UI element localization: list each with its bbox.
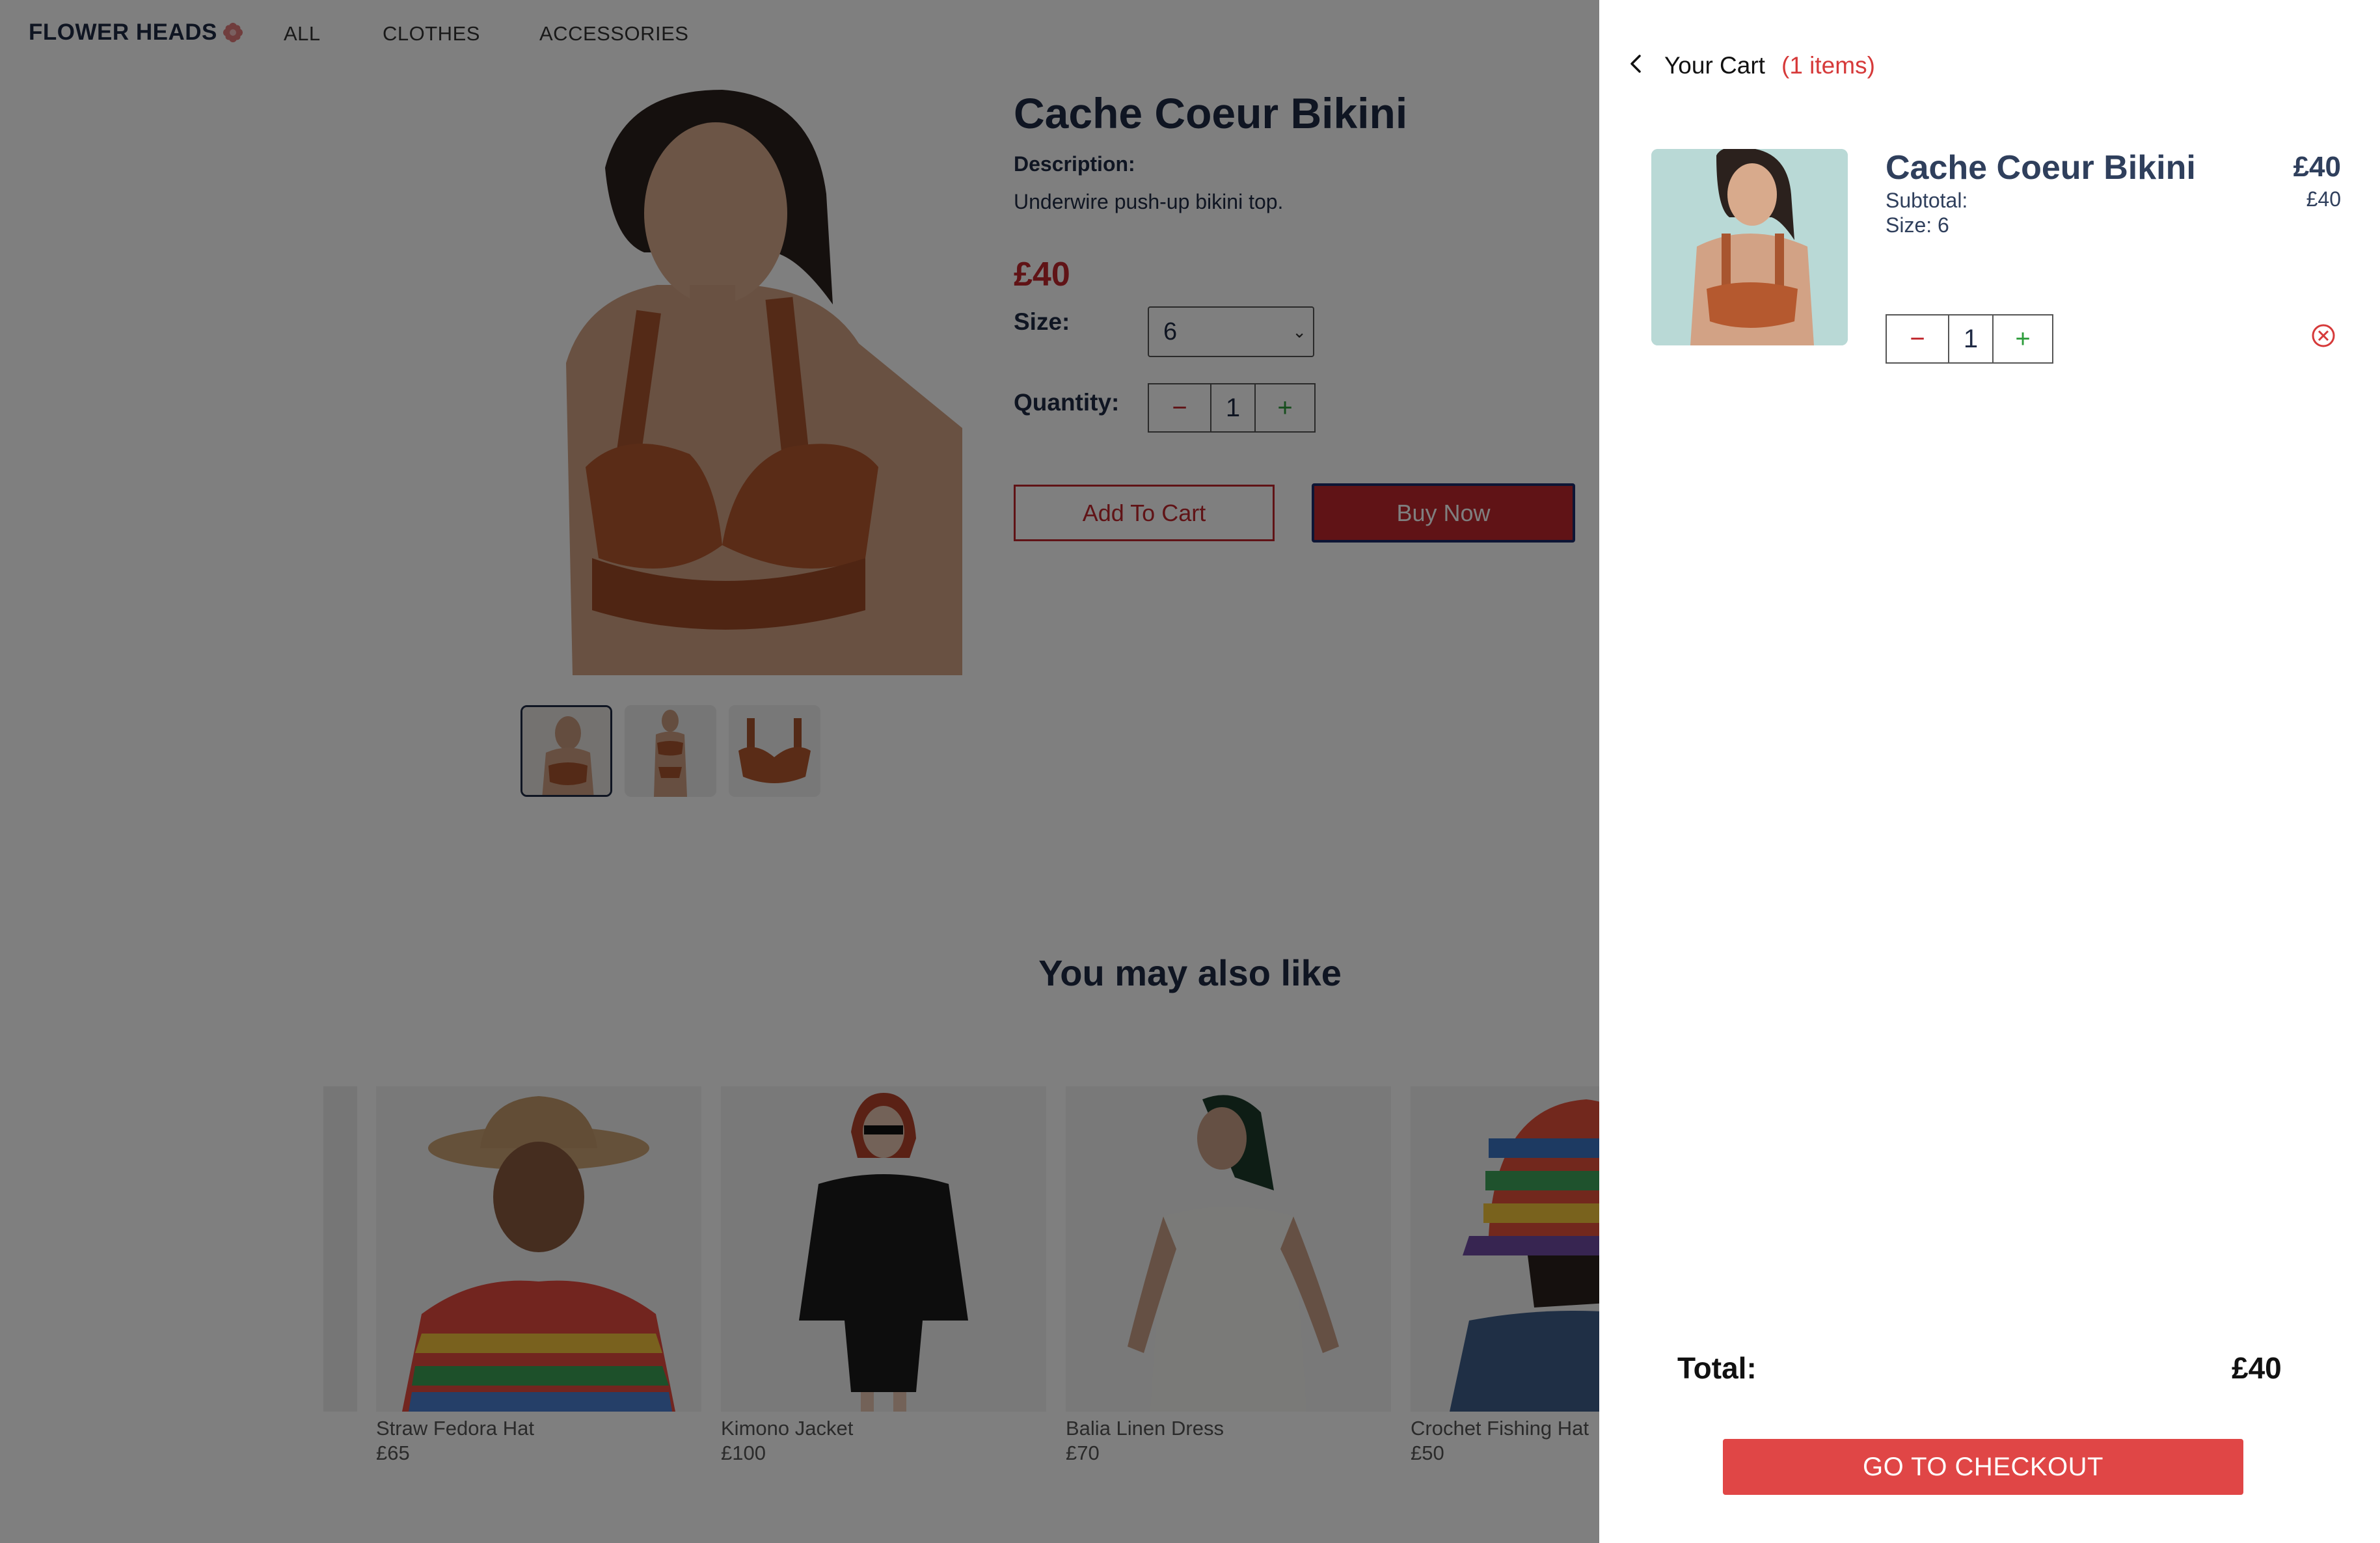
cart-item-subtotal-label: Subtotal:	[1886, 189, 1968, 212]
cart-quantity-value: 1	[1948, 315, 1994, 362]
page-overlay[interactable]	[0, 0, 1599, 1543]
back-arrow-icon[interactable]	[1625, 51, 1646, 77]
cart-item-subtotal-value: £40	[2306, 187, 2341, 211]
cart-item-price: £40	[2293, 151, 2341, 183]
cart-title: Your Cart	[1664, 52, 1765, 79]
cart-quantity-stepper: − 1 +	[1886, 314, 2053, 364]
checkout-button[interactable]: GO TO CHECKOUT	[1723, 1439, 2243, 1495]
cart-item-name: Cache Coeur Bikini	[1886, 149, 2196, 187]
minus-icon[interactable]: −	[1887, 315, 1948, 362]
remove-circle-icon[interactable]	[2310, 323, 2336, 349]
total-value: £40	[2232, 1351, 2282, 1385]
cart-item-size: Size: 6	[1886, 213, 1949, 237]
cart-item-image	[1651, 149, 1848, 345]
plus-icon[interactable]: +	[1994, 315, 2052, 362]
cart-item-count: (1 items)	[1781, 52, 1875, 79]
total-label: Total:	[1677, 1351, 1757, 1385]
